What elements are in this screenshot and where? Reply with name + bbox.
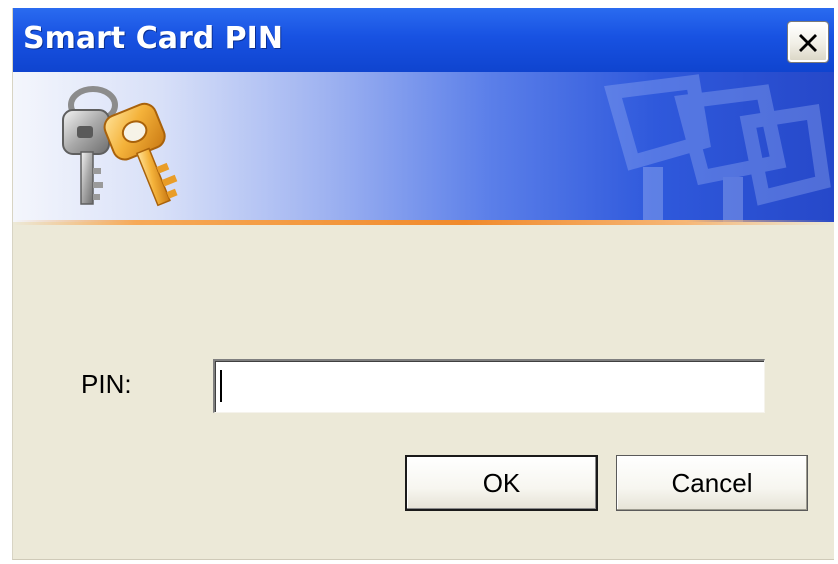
pin-input[interactable] (213, 359, 765, 413)
ok-button[interactable]: OK (405, 455, 598, 511)
title-bar[interactable]: Smart Card PIN (13, 8, 834, 72)
keys-icon (62, 86, 178, 207)
smart-card-pin-dialog: Smart Card PIN PIN: OK Cancel (12, 8, 834, 560)
banner-divider (13, 220, 834, 225)
cancel-button[interactable]: Cancel (616, 455, 808, 511)
keys-watermark-icon (604, 74, 831, 222)
pin-label: PIN: (81, 369, 132, 399)
text-caret (220, 370, 222, 402)
close-icon (799, 34, 817, 52)
close-button[interactable] (787, 21, 829, 63)
window-title: Smart Card PIN (23, 21, 283, 56)
header-banner (13, 72, 834, 222)
